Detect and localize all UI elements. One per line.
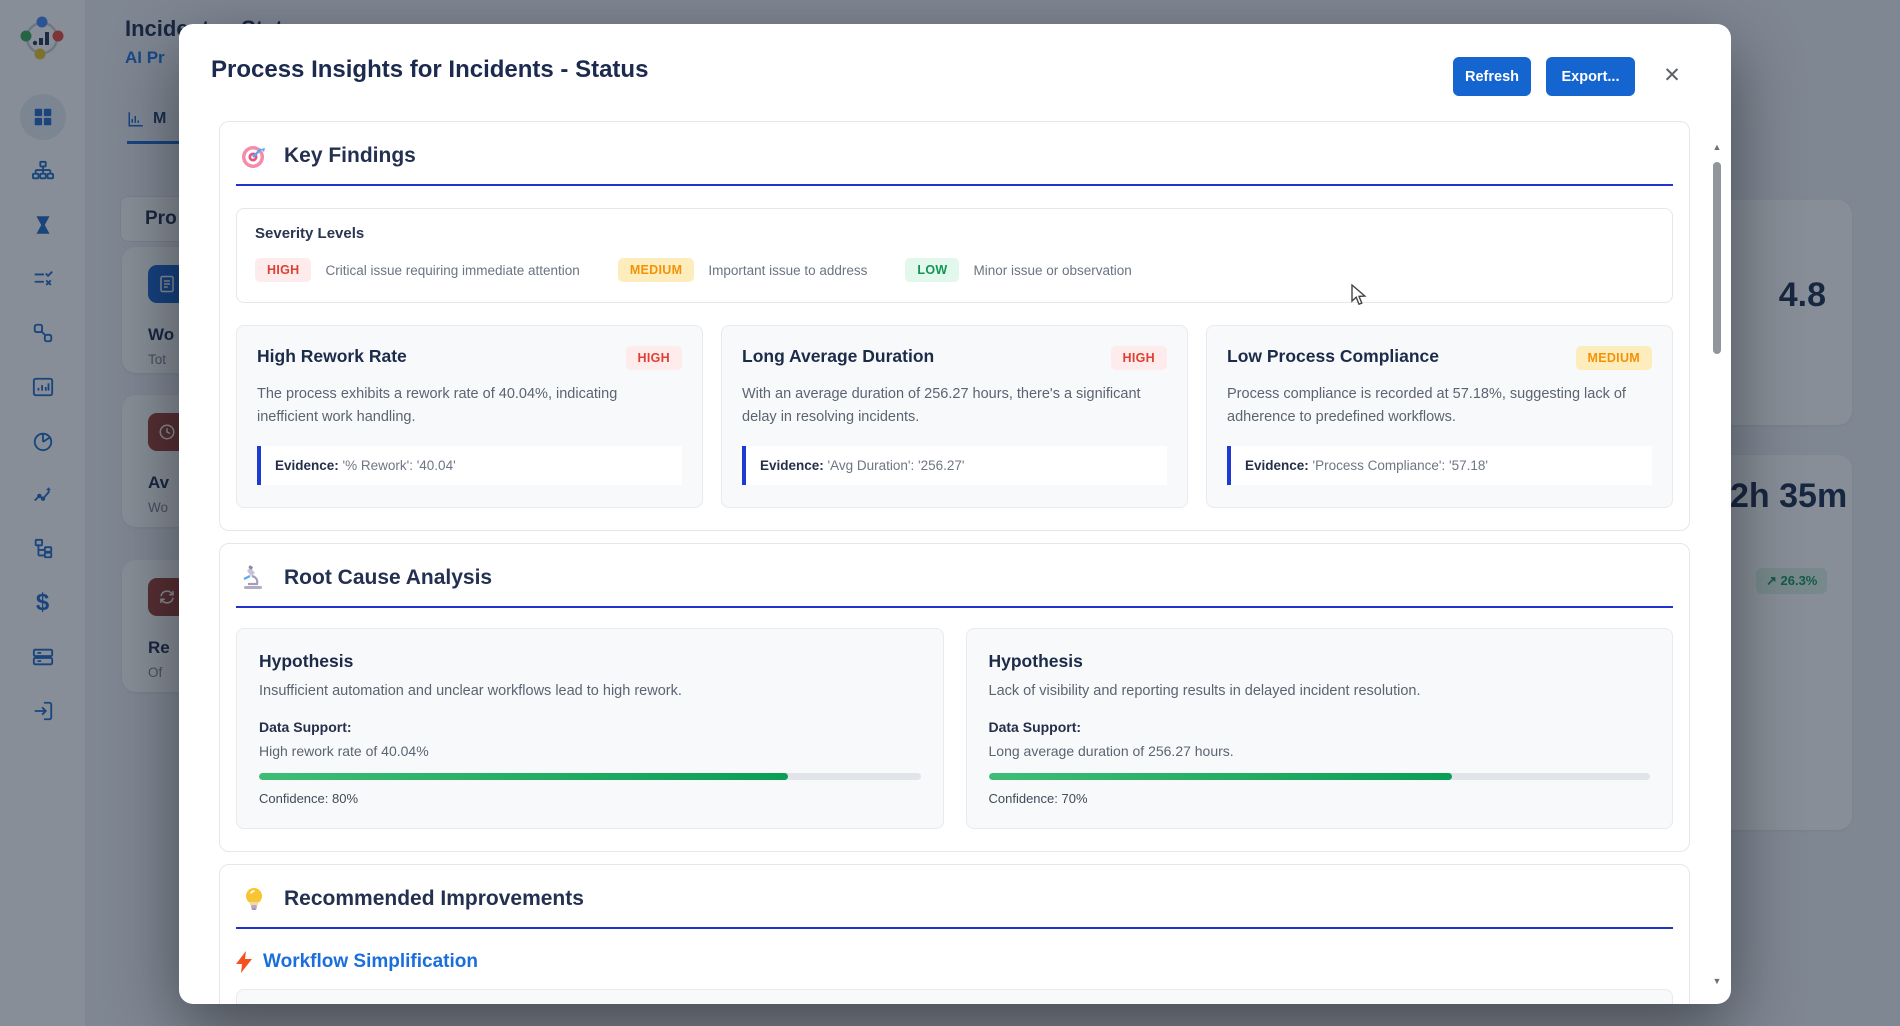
data-support-text: Long average duration of 256.27 hours. <box>989 743 1651 759</box>
finding-card-high-rework: High Rework Rate HIGH The process exhibi… <box>236 325 703 508</box>
improvements-header: Recommended Improvements <box>236 881 1673 929</box>
scroll-up-icon[interactable]: ▲ <box>1712 142 1722 152</box>
severity-legend-title: Severity Levels <box>255 225 1654 242</box>
scroll-down-icon[interactable]: ▼ <box>1712 976 1722 986</box>
scrollbar-thumb[interactable] <box>1713 162 1721 354</box>
section-title: Key Findings <box>284 144 416 168</box>
hypothesis-title: Hypothesis <box>259 651 921 672</box>
hypothesis-text: Insufficient automation and unclear work… <box>259 683 921 699</box>
finding-description: The process exhibits a rework rate of 40… <box>257 383 682 430</box>
lightning-icon <box>236 951 253 973</box>
severity-badge: HIGH <box>626 346 682 370</box>
finding-title: Low Process Compliance <box>1227 346 1439 367</box>
severity-desc: Critical issue requiring immediate atten… <box>325 263 579 278</box>
hypothesis-title: Hypothesis <box>989 651 1651 672</box>
export-button[interactable]: Export... <box>1546 57 1635 96</box>
evidence-box: Evidence: '% Rework': '40.04' <box>257 446 682 485</box>
data-support-label: Data Support: <box>259 719 921 735</box>
confidence-label: Confidence: 80% <box>259 791 921 806</box>
data-support-text: High rework rate of 40.04% <box>259 743 921 759</box>
evidence-box: Evidence: 'Process Compliance': '57.18' <box>1227 446 1652 485</box>
refresh-button[interactable]: Refresh <box>1453 57 1531 96</box>
severity-desc: Important issue to address <box>708 263 867 278</box>
hypothesis-text: Lack of visibility and reporting results… <box>989 683 1651 699</box>
finding-card-long-duration: Long Average Duration HIGH With an avera… <box>721 325 1188 508</box>
severity-desc: Minor issue or observation <box>973 263 1131 278</box>
process-insights-modal: Process Insights for Incidents - Status … <box>179 24 1731 1004</box>
severity-badge: HIGH <box>1111 346 1167 370</box>
mouse-cursor <box>1350 284 1370 311</box>
hypothesis-card-rework: Hypothesis Insufficient automation and u… <box>236 628 944 829</box>
severity-badge-low: LOW <box>905 258 959 282</box>
evidence-box: Evidence: 'Avg Duration': '256.27' <box>742 446 1167 485</box>
confidence-progress-fill <box>989 773 1452 780</box>
severity-legend: Severity Levels HIGH Critical issue requ… <box>236 208 1673 303</box>
section-title: Recommended Improvements <box>284 887 584 911</box>
finding-title: High Rework Rate <box>257 346 407 367</box>
section-title: Root Cause Analysis <box>284 566 492 590</box>
evidence-value: 'Process Compliance': '57.18' <box>1313 458 1488 473</box>
finding-description: Process compliance is recorded at 57.18%… <box>1227 383 1652 430</box>
modal-scrollbar[interactable]: ▲ ▼ <box>1709 124 1725 998</box>
root-cause-header: Root Cause Analysis <box>236 560 1673 608</box>
data-support-label: Data Support: <box>989 719 1651 735</box>
improvement-item-streamline[interactable]: Streamline Workflow Transitions ▼ <box>236 989 1673 1004</box>
severity-badge-high: HIGH <box>255 258 311 282</box>
confidence-progress-track <box>989 773 1651 780</box>
evidence-label: Evidence: <box>760 458 824 473</box>
evidence-value: 'Avg Duration': '256.27' <box>828 458 965 473</box>
finding-description: With an average duration of 256.27 hours… <box>742 383 1167 430</box>
lightbulb-icon <box>240 885 268 913</box>
evidence-value: '% Rework': '40.04' <box>343 458 456 473</box>
modal-header: Process Insights for Incidents - Status … <box>179 24 1731 121</box>
improvements-section: Recommended Improvements Workflow Simpli… <box>219 864 1690 1004</box>
key-findings-section: Key Findings Severity Levels HIGH Critic… <box>219 121 1690 531</box>
finding-card-low-compliance: Low Process Compliance MEDIUM Process co… <box>1206 325 1673 508</box>
improvement-category: Workflow Simplification <box>236 951 1673 973</box>
confidence-progress-track <box>259 773 921 780</box>
hypothesis-card-visibility: Hypothesis Lack of visibility and report… <box>966 628 1674 829</box>
evidence-label: Evidence: <box>275 458 339 473</box>
close-icon[interactable]: ✕ <box>1657 60 1687 90</box>
target-icon <box>240 142 268 170</box>
severity-badge-medium: MEDIUM <box>618 258 695 282</box>
severity-badge: MEDIUM <box>1576 346 1653 370</box>
key-findings-header: Key Findings <box>236 138 1673 186</box>
confidence-label: Confidence: 70% <box>989 791 1651 806</box>
evidence-label: Evidence: <box>1245 458 1309 473</box>
confidence-progress-fill <box>259 773 788 780</box>
finding-title: Long Average Duration <box>742 346 934 367</box>
root-cause-section: Root Cause Analysis Hypothesis Insuffici… <box>219 543 1690 852</box>
modal-body: Key Findings Severity Levels HIGH Critic… <box>219 121 1690 1004</box>
microscope-icon <box>240 564 268 592</box>
modal-title: Process Insights for Incidents - Status <box>211 56 648 84</box>
